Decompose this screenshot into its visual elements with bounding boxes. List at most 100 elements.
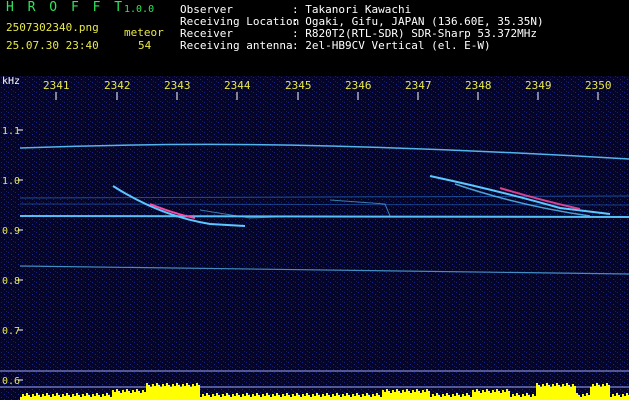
time-tick-label: 2344 [224,79,251,92]
amplitude-bar [454,396,456,400]
amplitude-bar [590,387,592,400]
amplitude-bar [586,393,588,400]
amplitude-bar [306,393,308,400]
amplitude-bar [48,395,50,400]
amplitude-bar [458,395,460,400]
amplitude-bar [192,384,194,400]
amplitude-bar [284,396,286,400]
amplitude-bar [524,396,526,400]
amplitude-bar [158,385,160,400]
amplitude-bar [542,384,544,400]
amplitude-bar [408,391,410,400]
amplitude-bar [494,392,496,400]
time-tick-label: 2347 [405,79,432,92]
amplitude-bar [170,387,172,400]
amplitude-bar [476,389,478,400]
amplitude-bar [568,385,570,400]
amplitude-bar [424,392,426,400]
amplitude-bar [266,393,268,400]
amplitude-bar [444,396,446,400]
amplitude-bar [78,395,80,400]
amplitude-bar [448,395,450,400]
amplitude-bar [154,386,156,400]
amplitude-bar [526,393,528,400]
amplitude-bar [422,390,424,400]
amplitude-bar [164,386,166,400]
amplitude-bar [366,393,368,400]
time-tick-label: 2342 [104,79,131,92]
amplitude-bar [218,395,220,400]
amplitude-bar [140,393,142,400]
amplitude-bar [378,395,380,400]
amplitude-bar [434,396,436,400]
amplitude-bar [406,389,408,400]
amplitude-bar [354,396,356,400]
amplitude-bar [162,384,164,400]
amplitude-bar [462,394,464,400]
amplitude-bar [618,395,620,400]
amplitude-bar [186,383,188,400]
amplitude-bar [572,384,574,400]
amplitude-bar [534,396,536,400]
filename: 2507302340.png [6,21,99,34]
antenna-label: Receiving antenna [180,39,293,52]
amplitude-bar [554,386,556,400]
amplitude-bar [394,392,396,400]
amplitude-bar [24,396,26,400]
amplitude-bar [102,394,104,400]
amplitude-bar [490,393,492,400]
amplitude-bar [114,392,116,400]
amplitude-bar [142,390,144,400]
freq-tick-label: 0.8 [2,276,20,287]
amplitude-bar [438,395,440,400]
amplitude-bar [254,396,256,400]
amplitude-bar [188,385,190,400]
amplitude-bar [608,385,610,400]
amplitude-bar [390,393,392,400]
amplitude-bar [376,393,378,400]
amplitude-bar [482,390,484,400]
amplitude-bar [582,394,584,400]
amplitude-bar [546,383,548,400]
amplitude-bar [492,390,494,400]
amplitude-bar [416,389,418,400]
amplitude-bar [400,393,402,400]
amplitude-bar [268,395,270,400]
amplitude-bar [562,384,564,400]
amplitude-bar [258,395,260,400]
amplitude-bar [478,391,480,400]
amplitude-bar [98,395,100,400]
amplitude-bar [148,385,150,400]
amplitude-bar [428,391,430,400]
amplitude-bar [82,394,84,400]
amplitude-bar [86,393,88,400]
amplitude-bar [246,393,248,400]
amplitude-bar [64,396,66,400]
amplitude-bar [136,389,138,400]
amplitude-bar [92,394,94,400]
amplitude-bar [274,396,276,400]
amplitude-bar [410,393,412,400]
amplitude-bar [550,387,552,400]
amplitude-bar [522,394,524,400]
amplitude-bar [472,390,474,400]
amplitude-bar [532,394,534,400]
amplitude-bar [334,396,336,400]
time-tick-label: 2348 [465,79,492,92]
freq-unit-label: kHz [2,76,20,87]
amplitude-bar [126,389,128,400]
amplitude-bar [344,396,346,400]
amplitude-bar [46,393,48,400]
amplitude-bar [502,390,504,400]
amplitude-bar [414,392,416,400]
amplitude-bar [206,393,208,400]
carrier-line-main [19,215,629,218]
amplitude-bar [614,396,616,400]
app-version: 1.0.0 [124,4,155,15]
amplitude-bar [278,395,280,400]
time-tick-label: 2345 [285,79,312,92]
amplitude-bar [442,394,444,400]
amplitude-bar [276,393,278,400]
amplitude-bar [574,386,576,400]
amplitude-bar [166,383,168,400]
